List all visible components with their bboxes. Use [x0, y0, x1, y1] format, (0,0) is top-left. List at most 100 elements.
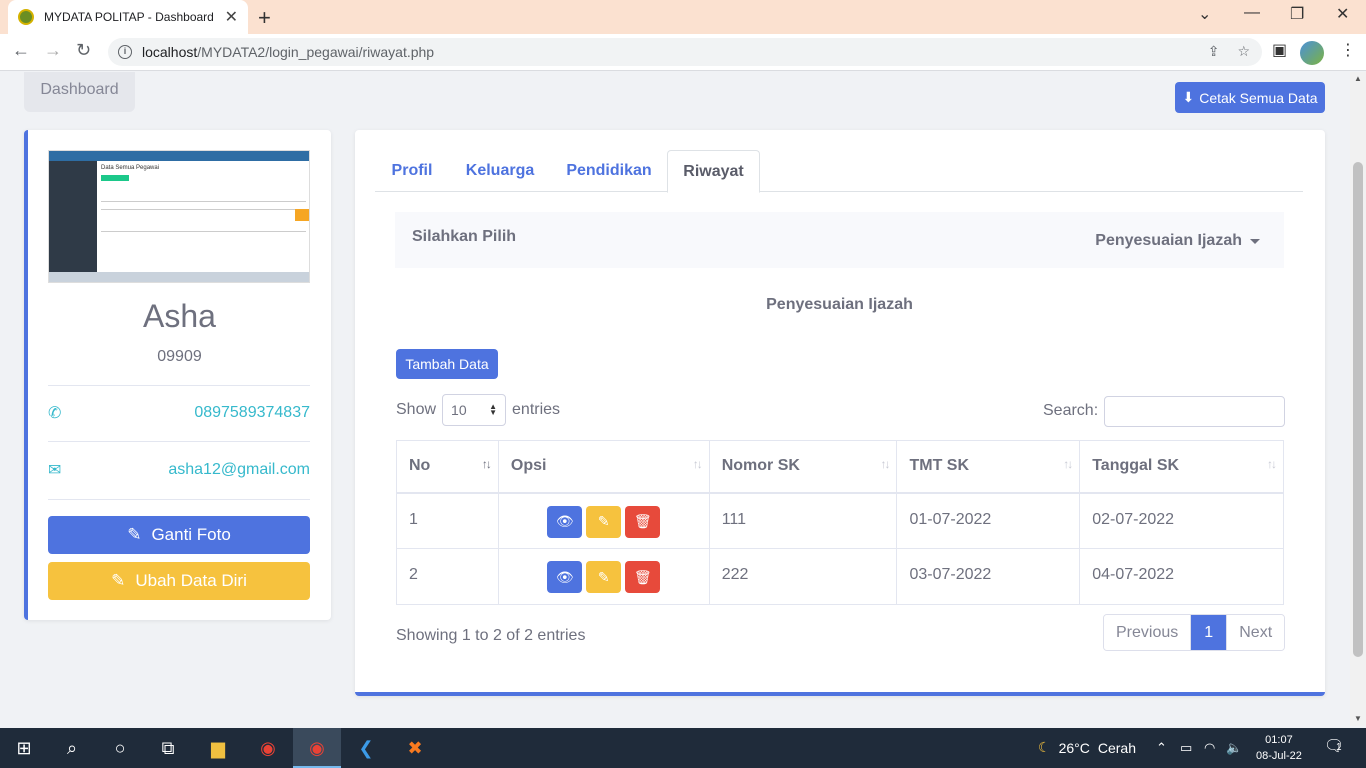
search-input[interactable]: [1104, 395, 1286, 427]
next-page-button[interactable]: Next: [1226, 615, 1285, 650]
back-icon[interactable]: ←: [12, 40, 30, 61]
edit-icon: ✎: [111, 571, 126, 590]
delete-button[interactable]: 🗑: [625, 505, 661, 538]
trash-icon: 🗑: [633, 513, 652, 529]
windows-start-icon[interactable]: ⊞: [12, 736, 36, 760]
tab-riwayat[interactable]: Riwayat: [667, 150, 760, 193]
add-data-button[interactable]: Tambah Data: [396, 349, 498, 379]
sort-icon: ↑↓: [1063, 457, 1073, 471]
table-row: 2 👁 ✎ 🗑 222 03-07-2022 04-07-2022: [396, 548, 1284, 605]
weather-widget[interactable]: ☾ 26°C Cerah: [1038, 739, 1136, 756]
category-select-bar: Silahkan Pilih Penyesuaian Ijazah: [395, 212, 1284, 268]
bookmark-star-icon[interactable]: ☆: [1237, 43, 1250, 60]
entries-length-control: Show 10 ▲ ▼ entries: [396, 394, 560, 426]
search-icon[interactable]: ⌕: [60, 736, 84, 760]
edit-icon: ✎: [597, 513, 610, 529]
tab-label: Pendidikan: [566, 162, 652, 179]
reload-icon[interactable]: ↻: [76, 40, 91, 61]
profile-photo: Data Semua Pegawai: [48, 150, 310, 283]
browser-menu-icon[interactable]: ⋮: [1340, 40, 1356, 60]
cortana-icon[interactable]: ○: [108, 736, 132, 760]
forward-icon[interactable]: →: [44, 40, 62, 61]
tab-close-icon[interactable]: ✕: [225, 7, 238, 27]
cell-tmt-sk: 01-07-2022: [896, 492, 1081, 549]
chevron-up-icon[interactable]: ⌃: [1156, 740, 1167, 756]
cell-no: 2: [396, 548, 499, 605]
edit-profile-button[interactable]: ✎ Ubah Data Diri: [48, 562, 310, 600]
file-explorer-icon[interactable]: ▆: [206, 736, 230, 760]
vscode-icon[interactable]: ❮: [354, 736, 378, 760]
chrome-icon[interactable]: ◉: [256, 736, 280, 760]
edit-icon: ✎: [597, 568, 610, 585]
scrollbar-thumb[interactable]: [1353, 162, 1363, 657]
tab-profil[interactable]: Profil: [375, 150, 449, 192]
minimize-icon[interactable]: —: [1244, 4, 1260, 22]
window-close-icon[interactable]: ✕: [1336, 4, 1349, 24]
tab-pendidikan[interactable]: Pendidikan: [551, 150, 667, 192]
cell-nomor-sk: 111: [708, 492, 898, 549]
search-label: Search:: [1043, 402, 1099, 419]
view-button[interactable]: 👁: [547, 505, 583, 538]
side-panel-icon[interactable]: ▣: [1272, 40, 1287, 60]
tab-keluarga[interactable]: Keluarga: [449, 150, 551, 192]
download-icon: ⬇: [1182, 89, 1195, 105]
profile-tabs: Profil Keluarga Pendidikan Riwayat: [375, 150, 1303, 193]
phone-value: 0897589374837: [194, 404, 310, 421]
scroll-up-icon[interactable]: ▲: [1354, 74, 1362, 83]
wifi-icon[interactable]: ◠: [1204, 740, 1215, 756]
sort-icon: ↑↓: [880, 457, 890, 471]
print-all-button[interactable]: ⬇ Cetak Semua Data: [1175, 82, 1325, 113]
tab-title: MYDATA POLITAP - Dashboard: [44, 10, 214, 24]
header-label: TMT SK: [909, 457, 970, 475]
moon-cloud-icon: ☾: [1038, 739, 1051, 755]
change-photo-button[interactable]: ✎ Ganti Foto: [48, 516, 310, 554]
task-view-icon[interactable]: ⧉: [156, 736, 180, 760]
site-favicon-icon: [18, 9, 34, 25]
system-clock[interactable]: 01:07 08-Jul-22: [1256, 732, 1302, 764]
column-header-opsi[interactable]: Opsi ↑↓: [497, 440, 710, 494]
xampp-icon[interactable]: ✖: [403, 736, 427, 760]
page-scrollbar[interactable]: ▲ ▼: [1350, 72, 1366, 726]
breadcrumb-dashboard[interactable]: Dashboard: [24, 72, 135, 112]
show-label: Show: [396, 401, 437, 418]
column-header-tanggal-sk[interactable]: Tanggal SK ↑↓: [1079, 440, 1284, 494]
category-dropdown[interactable]: Penyesuaian Ijazah: [1095, 232, 1260, 250]
previous-page-button[interactable]: Previous: [1104, 615, 1191, 650]
windows-taskbar: ⊞ ⌕ ○ ⧉ ▆ ◉ ◉ ❮ ✖ ☾ 26°C Cerah ⌃ ▭ ◠ 🔈 0…: [0, 728, 1366, 768]
address-bar[interactable]: i localhost/MYDATA2/login_pegawai/riwaya…: [108, 38, 1262, 66]
profile-avatar[interactable]: [1300, 41, 1324, 65]
column-header-no[interactable]: No ↑↓: [396, 440, 499, 494]
divider: [48, 441, 310, 442]
edit-button[interactable]: ✎: [586, 561, 622, 593]
cell-opsi: 👁 ✎ 🗑: [497, 492, 710, 549]
site-info-icon[interactable]: i: [118, 45, 132, 59]
scroll-down-icon[interactable]: ▼: [1354, 714, 1362, 723]
eye-icon: 👁: [555, 568, 574, 585]
header-label: Opsi: [510, 457, 547, 475]
trash-icon: 🗑: [633, 568, 652, 585]
maximize-icon[interactable]: ❐: [1290, 4, 1304, 24]
delete-button[interactable]: 🗑: [625, 561, 661, 593]
entries-value: 10: [451, 402, 467, 418]
column-header-tmt-sk[interactable]: TMT SK ↑↓: [896, 440, 1081, 494]
volume-icon[interactable]: 🔈: [1226, 740, 1242, 756]
share-icon[interactable]: ⇪: [1208, 43, 1220, 60]
sort-icon: ↑↓: [1267, 457, 1277, 471]
history-table: No ↑↓ Opsi ↑↓ Nomor SK ↑↓ TMT SK ↑↓ Tanggal …: [396, 440, 1284, 605]
chrome-profile-icon[interactable]: ◉: [305, 736, 329, 760]
change-photo-label: Ganti Foto: [151, 525, 231, 544]
column-header-nomor-sk[interactable]: Nomor SK ↑↓: [708, 440, 898, 494]
edit-icon: ✎: [127, 525, 142, 544]
page-content: Dashboard ⬇ Cetak Semua Data Data Semua …: [0, 72, 1350, 726]
entries-select[interactable]: 10 ▲ ▼: [442, 394, 507, 426]
table-info: Showing 1 to 2 of 2 entries: [396, 627, 586, 644]
battery-icon[interactable]: ▭: [1180, 740, 1192, 756]
browser-tab[interactable]: MYDATA POLITAP - Dashboard ✕: [8, 0, 248, 34]
page-1-button[interactable]: 1: [1190, 615, 1227, 650]
tab-search-icon[interactable]: ⌄: [1198, 4, 1211, 24]
divider: [48, 385, 310, 386]
edit-button[interactable]: ✎: [586, 505, 622, 538]
view-button[interactable]: 👁: [547, 561, 583, 593]
profile-card: Data Semua Pegawai Asha 09909 ✆ 08975893…: [24, 130, 331, 620]
new-tab-icon[interactable]: +: [258, 5, 271, 31]
